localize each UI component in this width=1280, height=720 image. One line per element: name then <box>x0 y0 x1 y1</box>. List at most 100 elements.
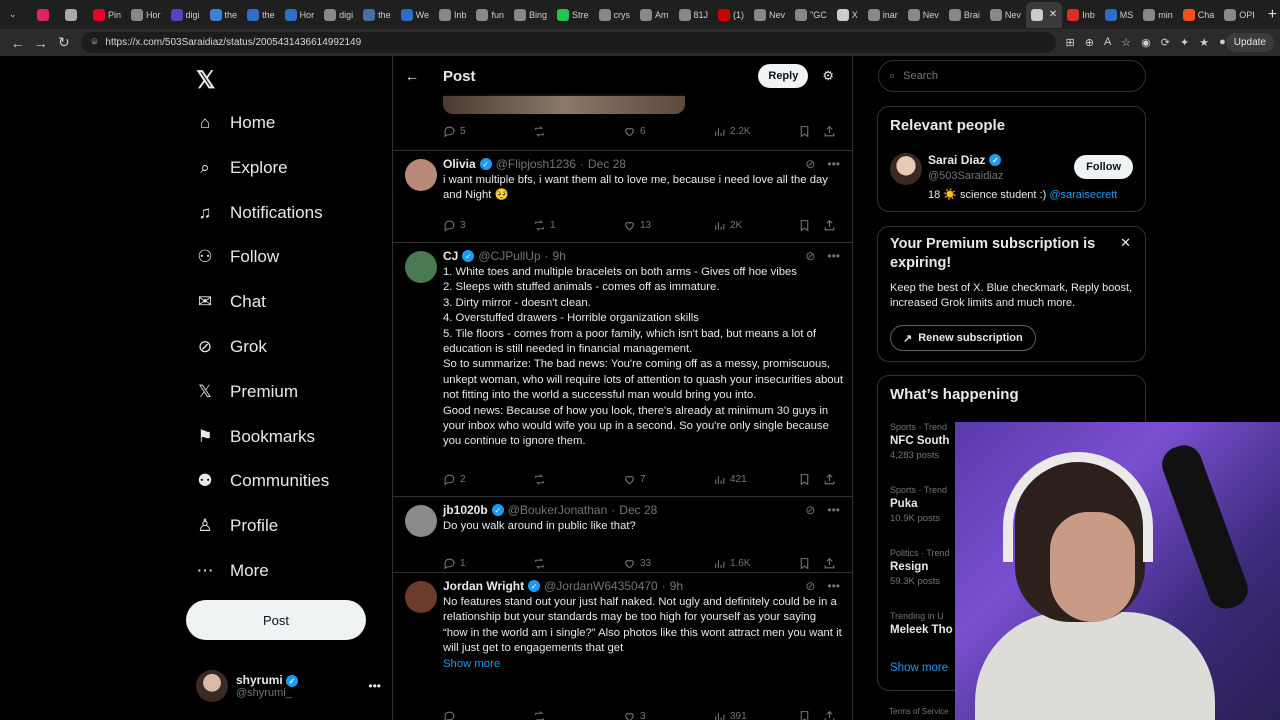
post-image[interactable] <box>443 94 685 114</box>
zoom-icon[interactable]: ⊕ <box>1085 36 1094 49</box>
browser-tab[interactable]: inar <box>863 2 903 28</box>
browser-tab[interactable]: Pin <box>88 2 126 28</box>
nav-item-more[interactable]: ⋯ More <box>194 551 269 591</box>
reply-tweet[interactable]: jb1020b ✓ @BoukerJonathan · Dec 28 ⊘ ••• Do you… <box>393 496 852 572</box>
share-icon[interactable] <box>823 125 836 138</box>
views-button[interactable]: 421 <box>713 473 747 486</box>
reply-tweet[interactable]: CJ ✓ @CJPullUp · 9h ⊘ ••• 1. White toes and mul… <box>393 242 852 496</box>
bio-link[interactable]: @saraisecrett <box>1049 189 1117 201</box>
nav-item-profile[interactable]: ♙ Profile <box>194 506 278 546</box>
browser-tab[interactable]: min <box>1138 2 1178 28</box>
reply-button[interactable]: 2 <box>443 473 466 486</box>
bookmark-icon[interactable] <box>798 125 811 138</box>
nav-item-bookmarks[interactable]: ⚑ Bookmarks <box>194 417 315 457</box>
favorite-star-icon[interactable]: ☆ <box>1121 36 1131 49</box>
grok-icon[interactable]: ⊘ <box>805 249 815 263</box>
account-switcher[interactable]: shyrumi ✓ @shyrumi_ ••• <box>196 666 381 706</box>
follow-button[interactable]: Follow <box>1074 155 1133 179</box>
avatar[interactable] <box>405 159 437 191</box>
browser-tab[interactable]: MS <box>1100 2 1139 28</box>
browser-tab[interactable]: Nev <box>903 2 944 28</box>
extensions-puzzle-icon[interactable]: ✦ <box>1180 36 1189 49</box>
author-handle[interactable]: @BoukerJonathan <box>508 503 608 517</box>
site-info-icon[interactable]: ⌾ <box>91 37 97 48</box>
nav-item-premium[interactable]: 𝕏 Premium <box>194 372 298 412</box>
avatar[interactable] <box>405 581 437 613</box>
profile-icon[interactable]: ● <box>1219 36 1226 49</box>
browser-tab[interactable]: Bing <box>509 2 552 28</box>
browser-tab[interactable]: Am <box>635 2 674 28</box>
nav-item-chat[interactable]: ✉ Chat <box>194 282 266 322</box>
browser-tab[interactable]: the <box>205 2 243 28</box>
browser-tab[interactable]: "GC <box>790 2 832 28</box>
search-input[interactable]: ⌕ Search <box>878 60 1146 92</box>
nav-item-home[interactable]: ⌂ Home <box>194 103 276 143</box>
terms-link[interactable]: Terms of Service <box>889 707 949 716</box>
post-button[interactable]: Post <box>186 600 366 640</box>
x-logo-icon[interactable]: 𝕏 <box>196 66 215 95</box>
reload-icon[interactable]: ↻ <box>52 34 75 51</box>
close-icon[interactable]: ✕ <box>1120 235 1131 251</box>
repost-button[interactable] <box>533 473 550 486</box>
like-button[interactable]: 6 <box>623 125 646 138</box>
browser-tab[interactable]: Hor <box>126 2 166 28</box>
browser-tab[interactable]: digi <box>319 2 358 28</box>
tab-list-button[interactable]: ⌄ <box>4 2 32 28</box>
avatar[interactable] <box>405 251 437 283</box>
nav-item-notifications[interactable]: ♫ Notifications <box>194 193 323 233</box>
browser-tab[interactable] <box>32 2 60 28</box>
avatar[interactable] <box>890 153 922 185</box>
reply-tweet[interactable]: Olivia ✓ @Flipjosh1236 · Dec 28 ⊘ ••• i want mu… <box>393 150 852 242</box>
reply-button[interactable] <box>443 710 460 720</box>
avatar[interactable] <box>405 505 437 537</box>
more-dots-icon[interactable]: ••• <box>368 679 381 693</box>
repost-button[interactable] <box>533 710 550 720</box>
bookmark-icon[interactable] <box>798 557 811 570</box>
browser-tab[interactable]: X <box>832 2 863 28</box>
more-dots-icon[interactable]: ••• <box>827 503 840 517</box>
trend-item[interactable]: Sports · Trend NFC South 4,283 posts <box>890 422 949 461</box>
bookmark-icon[interactable] <box>798 710 811 720</box>
browser-tab[interactable] <box>60 2 88 28</box>
person-name[interactable]: Sarai Diaz ✓ <box>928 153 1002 167</box>
nav-item-communities[interactable]: ⚉ Communities <box>194 461 329 501</box>
tweet-time[interactable]: Dec 28 <box>588 157 626 171</box>
tweet-time[interactable]: Dec 28 <box>619 503 657 517</box>
trend-item[interactable]: Trending in U Meleek Tho <box>890 611 953 639</box>
nav-item-explore[interactable]: ⌕ Explore <box>194 148 287 188</box>
author-handle[interactable]: @CJPullUp <box>478 249 540 263</box>
close-tab-icon[interactable]: ✕ <box>1049 9 1057 20</box>
author-name[interactable]: jb1020b <box>443 503 488 517</box>
share-icon[interactable] <box>823 710 836 720</box>
share-icon[interactable] <box>823 219 836 232</box>
browser-tab[interactable]: crys <box>594 2 636 28</box>
author-handle[interactable]: @JordanW64350470 <box>544 579 658 593</box>
browser-tab[interactable]: Nev <box>985 2 1026 28</box>
browser-tab[interactable]: Stre <box>552 2 594 28</box>
browser-tab[interactable]: Nev <box>749 2 790 28</box>
browser-tab[interactable]: the <box>358 2 396 28</box>
back-icon[interactable]: ← <box>6 35 29 51</box>
url-field[interactable]: ⌾ https://x.com/503Saraidiaz/status/2005… <box>81 32 1056 53</box>
forward-icon[interactable]: → <box>29 35 52 51</box>
read-aloud-icon[interactable]: A <box>1104 36 1111 49</box>
browser-tab[interactable]: We <box>396 2 434 28</box>
browser-tab[interactable]: Cha <box>1178 2 1220 28</box>
nav-item-follow[interactable]: ⚇ Follow <box>194 237 279 277</box>
views-button[interactable]: 391 <box>713 710 747 720</box>
favorites-icon[interactable]: ★ <box>1199 36 1209 49</box>
browser-tab[interactable]: ✕ <box>1025 1 1063 28</box>
browser-tab[interactable]: Brai <box>944 2 985 28</box>
reply-tweet[interactable]: Jordan Wright ✓ @JordanW64350470 · 9h ⊘ ••• No … <box>393 572 852 720</box>
extension-icon[interactable]: ◉ <box>1141 36 1151 49</box>
filter-sliders-icon[interactable]: ⚙ <box>822 68 834 84</box>
browser-tab[interactable]: (1) <box>713 2 749 28</box>
browser-tab[interactable]: 81J <box>674 2 714 28</box>
like-button[interactable]: 33 <box>623 557 651 570</box>
browser-tab[interactable]: Hor <box>280 2 320 28</box>
repost-button[interactable]: 1 <box>533 219 556 232</box>
reply-button[interactable]: 5 <box>443 125 466 138</box>
grok-icon[interactable]: ⊘ <box>805 579 815 593</box>
browser-tab[interactable]: OPI <box>1219 2 1260 28</box>
back-arrow-icon[interactable]: ← <box>405 68 419 84</box>
